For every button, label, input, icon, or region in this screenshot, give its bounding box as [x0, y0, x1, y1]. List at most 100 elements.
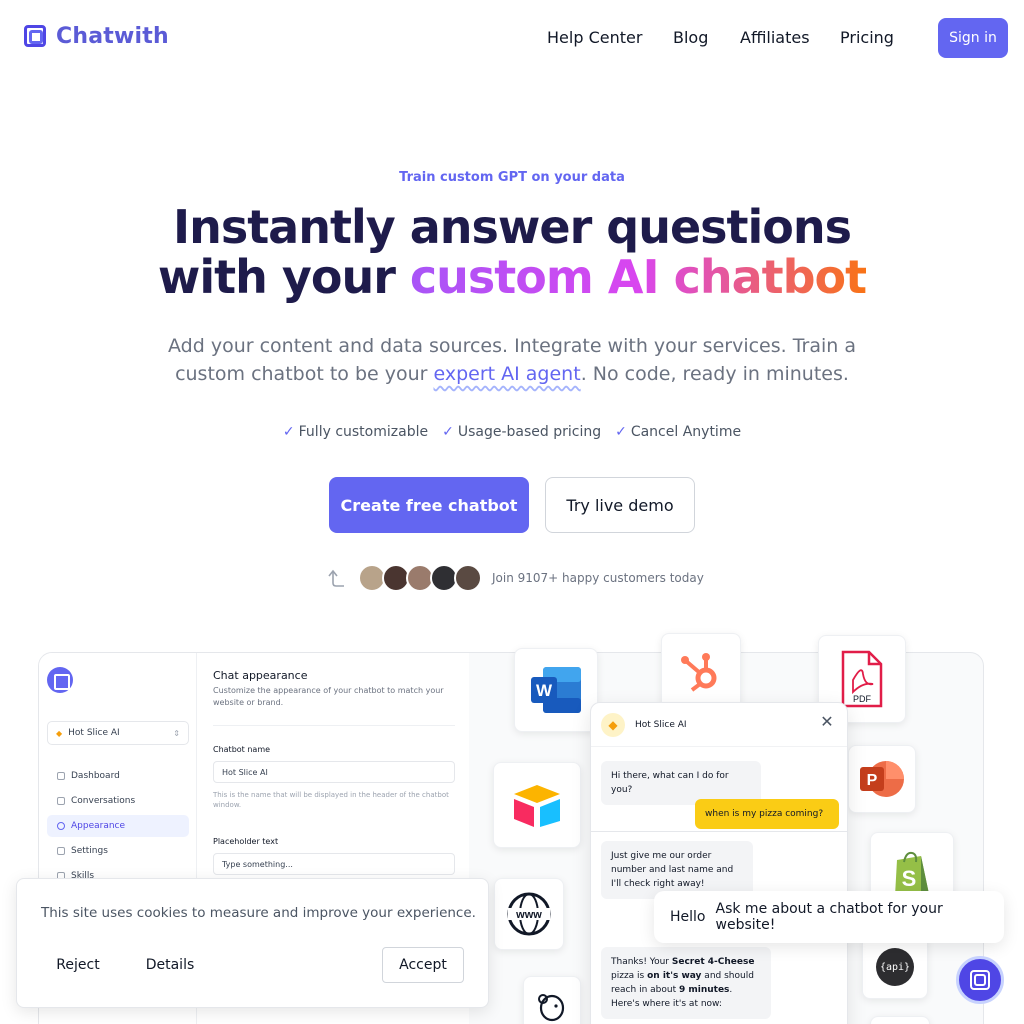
sign-in-button[interactable]: Sign in	[938, 18, 1008, 58]
divider	[213, 725, 455, 726]
dashboard-icon	[57, 772, 65, 780]
sidebar-item-dashboard[interactable]: Dashboard	[47, 765, 189, 787]
api-icon: {api}	[876, 948, 914, 986]
divider	[591, 831, 847, 832]
check-label: Fully customizable	[298, 424, 429, 440]
brand-name: Chatwith	[56, 24, 169, 49]
cookie-message: This site uses cookies to measure and im…	[41, 905, 476, 921]
user-message: when is my pizza coming?	[695, 799, 839, 829]
hubspot-integration	[661, 633, 741, 713]
accept-cookies-button[interactable]: Accept	[382, 947, 464, 983]
message-part: 9 minutes	[678, 985, 730, 995]
headline-line-2: with your custom AI chatbot	[0, 252, 1024, 302]
subtext-after: . No code, ready in minutes.	[580, 363, 849, 385]
reject-cookies-button[interactable]: Reject	[41, 947, 115, 983]
api-integration: {api}	[862, 935, 928, 999]
greeting-hello: Hello	[670, 909, 706, 925]
chatbot-name-help: This is the name that will be displayed …	[213, 791, 449, 809]
settings-title: Chat appearance	[213, 669, 308, 682]
hero-headline: Instantly answer questions with your cus…	[0, 202, 1024, 302]
sidebar-item-label: Dashboard	[71, 771, 120, 781]
svg-text:P: P	[867, 772, 878, 789]
checkmark-icon: ✓	[615, 424, 627, 440]
create-free-chatbot-button[interactable]: Create free chatbot	[329, 477, 529, 533]
nav-help-center[interactable]: Help Center	[547, 28, 642, 47]
www-icon: www	[507, 892, 551, 936]
sidebar-item-appearance[interactable]: Appearance	[47, 815, 189, 837]
airtable-icon	[514, 785, 560, 827]
brand-logo[interactable]: Chatwith	[24, 24, 169, 49]
social-proof-text: Join 9107+ happy customers today	[492, 571, 704, 585]
chat-header: ◆ Hot Slice AI ✕	[591, 703, 847, 747]
www-label: www	[515, 909, 542, 921]
pdf-icon: PDF	[841, 650, 883, 708]
sidebar-item-label: Settings	[71, 846, 108, 856]
settings-icon	[57, 847, 65, 855]
close-icon[interactable]: ✕	[819, 715, 835, 731]
social-proof: Join 9107+ happy customers today	[326, 562, 704, 594]
chat-launcher-icon-inner	[974, 974, 986, 986]
airtable-integration	[493, 762, 581, 848]
message-part: pizza is	[611, 971, 648, 981]
chat-greeting-popup[interactable]: Hello Ask me about a chatbot for your we…	[654, 891, 1004, 943]
feature-checks: ✓ Fully customizable ✓ Usage-based pricing…	[0, 424, 1024, 440]
placeholder-text-input[interactable]: Type something...	[213, 853, 455, 875]
cookie-banner: This site uses cookies to measure and im…	[16, 878, 489, 1008]
bot-message: Thanks! Your Secret 4-Cheese pizza is on…	[601, 947, 771, 1019]
message-part: Thanks! Your	[611, 957, 672, 967]
sidebar-item-conversations[interactable]: Conversations	[47, 790, 189, 812]
chat-widget-preview: ◆ Hot Slice AI ✕ Hi there, what can I do…	[590, 702, 848, 1024]
chatwith-logo-icon	[24, 24, 48, 49]
chat-launcher-button[interactable]	[956, 956, 1004, 1004]
avatar	[454, 564, 482, 592]
nav-pricing[interactable]: Pricing	[840, 28, 894, 47]
curved-arrow-up-icon	[328, 569, 344, 587]
pizza-icon: ◆	[601, 712, 625, 737]
chatbot-name-label: Chatbot name	[213, 745, 271, 754]
check-item: ✓ Fully customizable	[283, 424, 428, 440]
headline-gradient: custom AI chatbot	[409, 250, 867, 304]
check-label: Usage-based pricing	[457, 424, 602, 440]
powerpoint-icon: P	[860, 761, 904, 797]
svg-text:W: W	[536, 681, 553, 700]
word-integration: W	[514, 648, 598, 732]
word-icon: W	[531, 667, 581, 713]
site-header: Chatwith Help Center Blog Affiliates Pri…	[0, 0, 1024, 76]
check-item: ✓ Usage-based pricing	[442, 424, 601, 440]
hero-subtext: Add your content and data sources. Integ…	[140, 332, 884, 388]
hubspot-icon	[681, 653, 717, 692]
sidebar-item-label: Appearance	[71, 821, 126, 831]
chevron-updown-icon: ⇕	[173, 728, 180, 738]
expert-ai-agent-link[interactable]: expert AI agent	[434, 363, 581, 385]
mailchimp-icon	[538, 994, 565, 1022]
settings-description: Customize the appearance of your chatbot…	[213, 686, 444, 707]
sidebar-item-settings[interactable]: Settings	[47, 840, 189, 862]
customer-avatars	[358, 564, 482, 592]
palette-icon	[57, 822, 65, 830]
message-part: Secret 4-Cheese	[671, 957, 755, 967]
try-live-demo-button[interactable]: Try live demo	[545, 477, 695, 533]
message-part: on it's way	[647, 971, 702, 981]
conversations-icon	[57, 797, 65, 805]
app-logo-icon	[47, 667, 73, 693]
bot-selector[interactable]: ◆ Hot Slice AI ⇕	[47, 721, 189, 745]
nav-blog[interactable]: Blog	[673, 28, 708, 47]
greeting-prompt: Ask me about a chatbot for your website!	[715, 901, 943, 933]
check-label: Cancel Anytime	[630, 424, 742, 440]
nav-affiliates[interactable]: Affiliates	[740, 28, 810, 47]
chatbot-name-input[interactable]: Hot Slice AI	[213, 761, 455, 783]
headline-plain: with your	[157, 250, 410, 304]
checkmark-icon: ✓	[442, 424, 454, 440]
www-integration: www	[494, 878, 564, 950]
cookie-details-button[interactable]: Details	[133, 947, 207, 983]
bot-selector-label: Hot Slice AI	[68, 728, 120, 738]
checkmark-icon: ✓	[282, 424, 295, 440]
sidebar-item-label: Conversations	[71, 796, 136, 806]
integration-tile	[870, 1016, 930, 1024]
pizza-icon: ◆	[56, 728, 63, 738]
hero-eyebrow: Train custom GPT on your data	[399, 170, 625, 185]
check-item: ✓ Cancel Anytime	[615, 424, 741, 440]
svg-text:S: S	[902, 866, 917, 891]
placeholder-text-label: Placeholder text	[213, 837, 279, 846]
chat-bot-name: Hot Slice AI	[635, 719, 687, 730]
